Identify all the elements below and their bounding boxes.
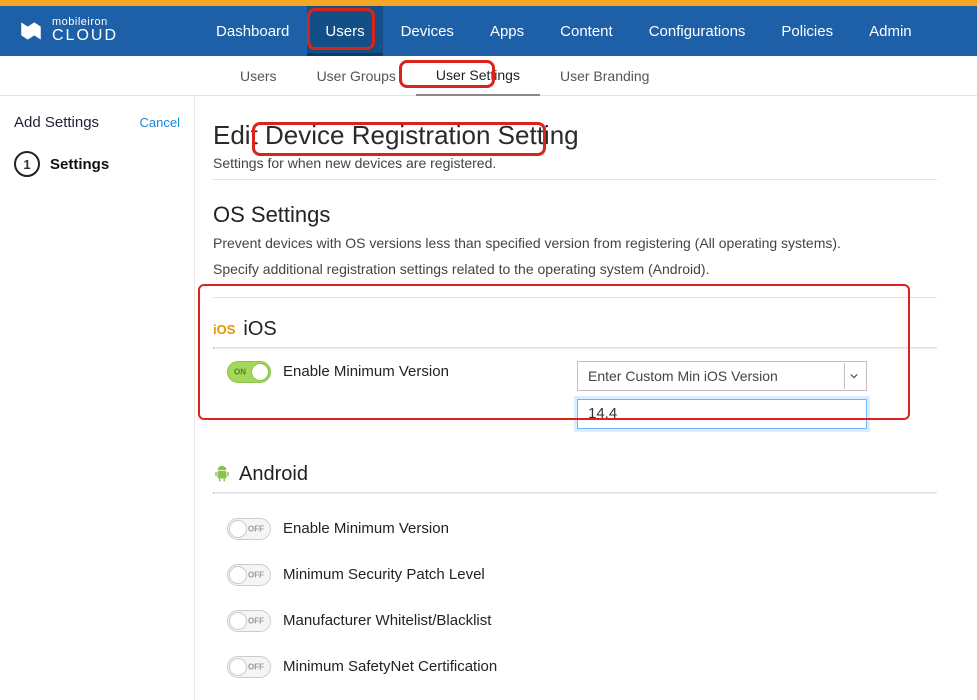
ios-enable-min-version-toggle[interactable]: ON [227, 361, 271, 383]
nav-content[interactable]: Content [542, 6, 631, 56]
android-icon [213, 465, 231, 483]
nav-dashboard[interactable]: Dashboard [198, 6, 307, 56]
cancel-link[interactable]: Cancel [140, 115, 180, 130]
android-safetynet-label: Minimum SafetyNet Certification [283, 658, 497, 675]
nav-configurations[interactable]: Configurations [631, 6, 764, 56]
toggle-off-text: OFF [248, 616, 264, 625]
sidebar-title: Add Settings [14, 114, 99, 131]
os-settings-desc1: Prevent devices with OS versions less th… [213, 232, 937, 254]
brand-logo-icon [18, 18, 44, 44]
page-title: Edit Device Registration Setting [213, 120, 937, 151]
ios-icon: iOS [213, 322, 235, 337]
toggle-knob [229, 612, 247, 630]
subnav-user-settings[interactable]: User Settings [416, 56, 540, 96]
divider [213, 179, 937, 180]
android-min-security-patch-label: Minimum Security Patch Level [283, 566, 485, 583]
os-settings-desc2: Specify additional registration settings… [213, 258, 937, 280]
brand-line2: CLOUD [52, 28, 118, 45]
nav-users[interactable]: Users [307, 6, 382, 56]
subnav-user-groups[interactable]: User Groups [297, 56, 416, 96]
ios-enable-min-version-label: Enable Minimum Version [283, 363, 449, 380]
page-subtitle: Settings for when new devices are regist… [213, 155, 937, 171]
sub-nav: Users User Groups User Settings User Bra… [0, 56, 977, 96]
toggle-off-text: OFF [248, 570, 264, 579]
nav-policies[interactable]: Policies [763, 6, 851, 56]
wizard-step-1[interactable]: 1 Settings [14, 151, 180, 177]
ios-custom-min-version-input[interactable] [577, 399, 867, 429]
step-number: 1 [14, 151, 40, 177]
android-enable-min-version-label: Enable Minimum Version [283, 520, 449, 537]
android-label: Android [239, 463, 308, 486]
toggle-knob [229, 566, 247, 584]
ios-section-header: iOS iOS [213, 318, 937, 341]
android-min-security-patch-toggle[interactable]: OFF [227, 564, 271, 586]
top-nav: mobileiron CLOUD Dashboard Users Devices… [0, 6, 977, 56]
android-section-header: Android [213, 463, 937, 486]
android-manufacturer-whitelist-label: Manufacturer Whitelist/Blacklist [283, 612, 491, 629]
main-content: Edit Device Registration Setting Setting… [195, 96, 977, 700]
brand-text: mobileiron CLOUD [52, 17, 118, 45]
divider [213, 347, 937, 349]
android-safetynet-toggle[interactable]: OFF [227, 656, 271, 678]
toggle-on-text: ON [234, 367, 246, 376]
toggle-off-text: OFF [248, 524, 264, 533]
chevron-down-icon [844, 363, 862, 389]
toggle-off-text: OFF [248, 662, 264, 671]
step-label: Settings [50, 156, 109, 173]
subnav-user-branding[interactable]: User Branding [540, 56, 670, 96]
android-manufacturer-whitelist-toggle[interactable]: OFF [227, 610, 271, 632]
ios-label: iOS [243, 318, 276, 341]
nav-devices[interactable]: Devices [383, 6, 472, 56]
toggle-knob [251, 363, 269, 381]
nav-items: Dashboard Users Devices Apps Content Con… [198, 6, 930, 56]
brand: mobileiron CLOUD [18, 17, 118, 45]
ios-min-version-select[interactable]: Enter Custom Min iOS Version [577, 361, 867, 391]
ios-min-version-select-label: Enter Custom Min iOS Version [588, 368, 778, 384]
divider [213, 492, 937, 494]
toggle-knob [229, 520, 247, 538]
toggle-knob [229, 658, 247, 676]
nav-admin[interactable]: Admin [851, 6, 930, 56]
android-enable-min-version-toggle[interactable]: OFF [227, 518, 271, 540]
sidebar: Add Settings Cancel 1 Settings [0, 96, 195, 700]
divider [213, 297, 937, 298]
os-settings-heading: OS Settings [213, 202, 937, 228]
nav-apps[interactable]: Apps [472, 6, 542, 56]
subnav-users[interactable]: Users [220, 56, 297, 96]
